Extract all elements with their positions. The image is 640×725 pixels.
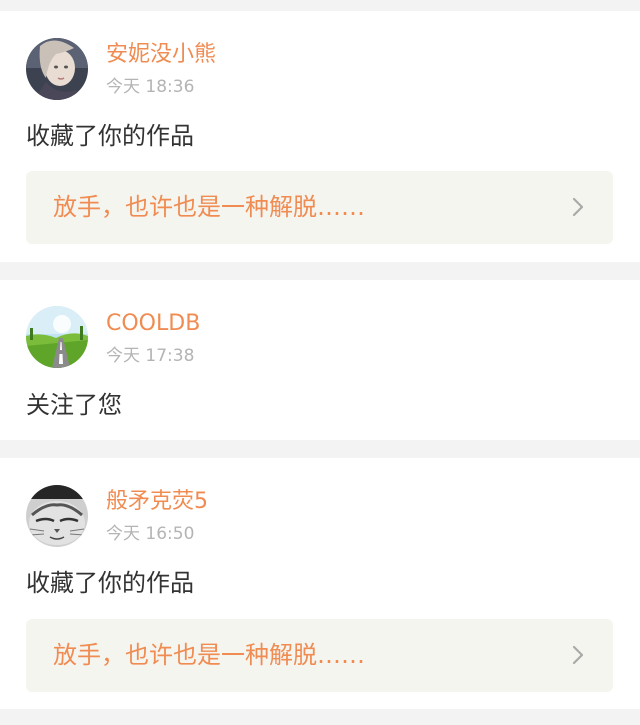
username[interactable]: 般矛克荧5 [106,488,208,516]
timestamp: 今天 18:36 [106,77,195,97]
notification-action-text: 收藏了你的作品 [26,569,194,597]
notification-card[interactable]: COOLDB 今天 17:38 关注了您 [0,280,640,440]
work-link[interactable]: 放手，也许也是一种解脱…… [26,171,613,244]
notification-action-text: 收藏了你的作品 [26,122,194,150]
notification-card[interactable]: 安妮没小熊 今天 18:36 收藏了你的作品 放手，也许也是一种解脱…… [0,11,640,262]
user-avatar[interactable] [26,306,88,368]
notification-card[interactable]: 般矛克荧5 今天 16:50 收藏了你的作品 放手，也许也是一种解脱…… [0,458,640,709]
chevron-right-icon [571,196,585,218]
work-link[interactable]: 放手，也许也是一种解脱…… [26,619,613,692]
user-avatar[interactable] [26,485,88,547]
timestamp: 今天 16:50 [106,524,195,544]
work-title: 放手，也许也是一种解脱…… [53,641,365,669]
user-avatar[interactable] [26,38,88,100]
username[interactable]: 安妮没小熊 [106,41,216,69]
username[interactable]: COOLDB [106,310,200,338]
portrait-woman-avatar-icon [26,38,88,100]
timestamp: 今天 17:38 [106,346,195,366]
notification-action-text: 关注了您 [26,391,122,419]
chevron-right-icon [571,644,585,666]
cat-face-avatar-icon [26,485,88,547]
work-title: 放手，也许也是一种解脱…… [53,193,365,221]
landscape-road-avatar-icon [26,306,88,368]
